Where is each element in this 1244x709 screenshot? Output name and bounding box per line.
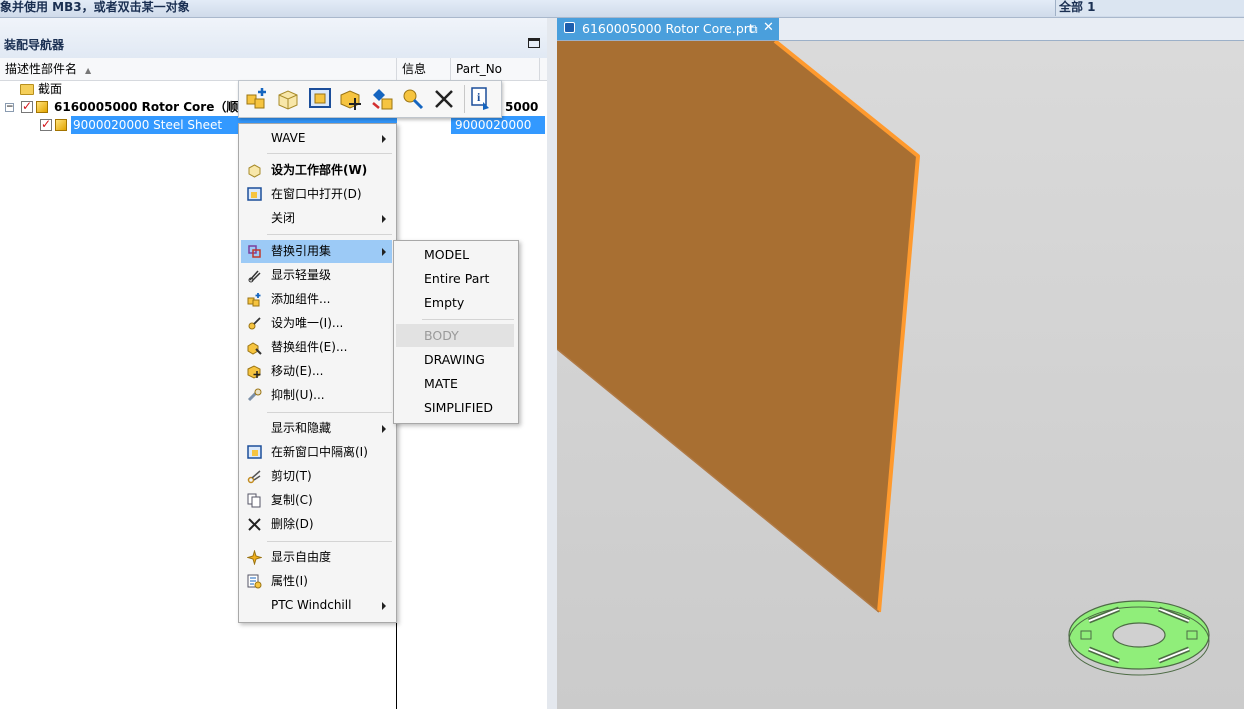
navigator-title: 装配导航器 xyxy=(4,38,65,52)
reference-set-icon xyxy=(248,245,261,258)
model-view xyxy=(557,41,1210,676)
menu-separator xyxy=(267,153,392,154)
toolbar-separator xyxy=(464,85,465,113)
make-displayed-part-icon[interactable] xyxy=(307,86,333,112)
menu-item-isolate-in-new-window[interactable]: 在新窗口中隔离(I) xyxy=(241,441,392,464)
selection-filter-value: 全部 1 xyxy=(1059,0,1096,14)
radial-toolbar: i xyxy=(238,80,502,118)
part-file-icon xyxy=(564,22,575,33)
ref-set-model[interactable]: MODEL xyxy=(396,243,514,266)
add-component-icon[interactable] xyxy=(244,86,270,112)
menu-item-ptc-windchill[interactable]: PTC Windchill xyxy=(241,594,392,617)
tree-row-part-no: 5000 xyxy=(505,100,539,114)
submenu-arrow-icon xyxy=(382,215,386,223)
menu-separator xyxy=(267,412,392,413)
isolate-icon xyxy=(247,445,262,459)
menu-item-open-in-window[interactable]: 在窗口中打开(D) xyxy=(241,183,392,206)
close-tab-icon[interactable]: ✕ xyxy=(763,18,774,38)
make-unique-icon[interactable] xyxy=(400,86,426,112)
delete-icon xyxy=(248,518,261,531)
tree-row-label: 6160005000 Rotor Core（顺序: xyxy=(54,100,256,114)
make-work-part-icon[interactable] xyxy=(275,86,301,112)
menu-item-suppress[interactable]: 抑制(U)... xyxy=(241,384,392,407)
properties-icon xyxy=(247,574,262,589)
collapse-icon[interactable]: − xyxy=(5,103,14,112)
reference-set-submenu: MODEL Entire Part Empty BODY DRAWING MAT… xyxy=(393,240,519,424)
submenu-arrow-icon xyxy=(382,602,386,610)
replace-component-icon[interactable] xyxy=(369,86,395,112)
column-description[interactable]: 描述性部件名 ▲ xyxy=(0,58,397,80)
document-tab[interactable]: 6160005000 Rotor Core.prt ⧉ ✕ xyxy=(557,18,779,40)
menu-item-delete[interactable]: 删除(D) xyxy=(241,513,392,536)
lightweight-icon xyxy=(248,270,261,283)
column-part-no[interactable]: Part_No xyxy=(451,58,540,80)
view-triad-icon xyxy=(1068,600,1210,676)
status-prompt: 象并使用 MB3，或者双击某一对象 xyxy=(0,0,190,14)
menu-item-show-lightweight[interactable]: 显示轻量级 xyxy=(241,264,392,287)
open-in-window-icon xyxy=(247,187,262,201)
replace-component-icon xyxy=(247,342,262,355)
document-tab-strip: 6160005000 Rotor Core.prt ⧉ ✕ xyxy=(557,18,1244,41)
menu-item-cut[interactable]: 剪切(T) xyxy=(241,465,392,488)
menu-item-replace-component[interactable]: 替换组件(E)... xyxy=(241,336,392,359)
menu-item-close[interactable]: 关闭 xyxy=(241,207,392,230)
cut-icon xyxy=(247,470,261,484)
float-window-icon[interactable]: ⧉ xyxy=(749,19,758,39)
context-menu: WAVE 设为工作部件(W) 在窗口中打开(D) 关闭 替换引用集 显示轻量级 … xyxy=(238,123,397,623)
menu-item-show-dof[interactable]: 显示自由度 xyxy=(241,546,392,569)
move-icon xyxy=(247,365,261,379)
menu-separator xyxy=(267,541,392,542)
submenu-arrow-icon xyxy=(382,135,386,143)
steel-sheet-face xyxy=(557,41,918,612)
graphics-area[interactable] xyxy=(557,41,1244,709)
folder-icon xyxy=(20,84,34,95)
menu-separator xyxy=(422,319,514,320)
suppress-icon xyxy=(247,388,262,402)
visibility-checkbox[interactable] xyxy=(40,115,52,133)
info-icon[interactable]: i xyxy=(469,86,495,112)
assembly-icon xyxy=(36,101,48,113)
make-unique-icon xyxy=(248,317,261,330)
selection-filter[interactable]: 全部 1 xyxy=(1055,0,1244,16)
menu-item-properties[interactable]: 属性(I) xyxy=(241,570,392,593)
ref-set-body: BODY xyxy=(396,324,514,347)
menu-item-make-unique[interactable]: 设为唯一(I)... xyxy=(241,312,392,335)
menu-item-wave[interactable]: WAVE xyxy=(241,127,392,150)
column-info[interactable]: 信息 xyxy=(397,58,451,80)
copy-icon xyxy=(247,493,261,508)
menu-item-show-and-hide[interactable]: 显示和隐藏 xyxy=(241,417,392,440)
ref-set-drawing[interactable]: DRAWING xyxy=(396,348,514,371)
menu-separator xyxy=(267,234,392,235)
tree-row-label: 截面 xyxy=(38,82,63,96)
dof-icon xyxy=(247,550,262,565)
document-tab-label: 6160005000 Rotor Core.prt xyxy=(582,21,754,36)
sort-ascending-icon: ▲ xyxy=(85,66,92,75)
work-part-icon xyxy=(248,164,261,178)
ref-set-mate[interactable]: MATE xyxy=(396,372,514,395)
column-header: 描述性部件名 ▲ 信息 Part_No xyxy=(0,58,547,81)
menu-item-make-work-part[interactable]: 设为工作部件(W) xyxy=(241,159,392,182)
delete-icon[interactable] xyxy=(431,86,457,112)
menu-item-replace-reference-set[interactable]: 替换引用集 xyxy=(241,240,392,263)
ref-set-entire-part[interactable]: Entire Part xyxy=(396,267,514,290)
menu-item-add-component[interactable]: 添加组件... xyxy=(241,288,392,311)
part-icon xyxy=(55,119,67,131)
move-component-icon[interactable] xyxy=(338,86,364,112)
menu-item-copy[interactable]: 复制(C) xyxy=(241,489,392,512)
ref-set-empty[interactable]: Empty xyxy=(396,291,514,314)
graphics-viewport: 6160005000 Rotor Core.prt ⧉ ✕ xyxy=(547,18,1244,709)
maximize-panel-icon[interactable] xyxy=(528,38,540,48)
submenu-arrow-icon xyxy=(382,425,386,433)
status-bar: 象并使用 MB3，或者双击某一对象 全部 1 xyxy=(0,0,1244,18)
submenu-arrow-icon xyxy=(382,248,386,256)
navigator-header: 装配导航器 xyxy=(0,18,547,59)
menu-item-move[interactable]: 移动(E)... xyxy=(241,360,392,383)
visibility-checkbox[interactable] xyxy=(21,97,33,115)
ref-set-simplified[interactable]: SIMPLIFIED xyxy=(396,396,514,419)
tree-row-part-no: 9000020000 xyxy=(451,116,545,134)
add-component-icon xyxy=(247,293,261,307)
